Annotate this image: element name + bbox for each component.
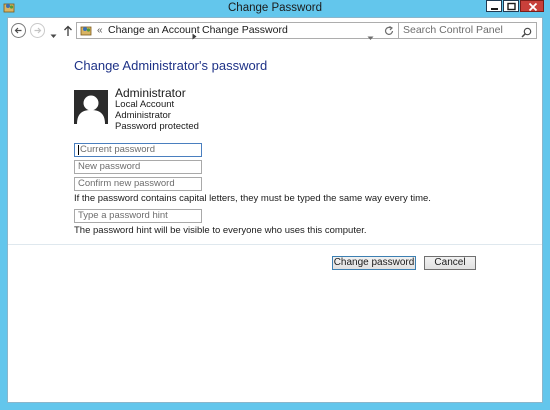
- password-hint-placeholder: Type a password hint: [78, 210, 168, 221]
- control-panel-icon: [80, 24, 93, 42]
- account-name: Administrator: [115, 86, 186, 100]
- current-password-placeholder: Current password: [80, 144, 155, 155]
- cancel-button[interactable]: Cancel: [424, 256, 476, 270]
- address-bar[interactable]: « Change an Account Change Password: [76, 22, 400, 42]
- minimize-button[interactable]: [486, 0, 502, 12]
- refresh-icon: [384, 25, 394, 35]
- confirm-password-field[interactable]: Confirm new password: [74, 177, 202, 191]
- password-hint-field[interactable]: Type a password hint: [74, 209, 202, 223]
- back-arrow-icon: [14, 27, 22, 34]
- search-icon[interactable]: [521, 25, 532, 43]
- new-password-field[interactable]: New password: [74, 160, 202, 174]
- change-password-button[interactable]: Change password: [332, 256, 416, 270]
- user-silhouette-icon: [74, 90, 108, 124]
- account-type: Local Account: [115, 99, 175, 110]
- window-title: Change Password: [228, 2, 322, 14]
- back-button[interactable]: [11, 23, 26, 38]
- current-password-field[interactable]: Current password: [74, 143, 202, 157]
- chevron-down-icon: [367, 36, 374, 40]
- chevron-down-icon: [50, 34, 57, 38]
- page-title: Change Administrator's password: [74, 58, 268, 73]
- close-icon: [528, 2, 538, 12]
- confirm-password-placeholder: Confirm new password: [78, 178, 175, 189]
- search-placeholder: Search Control Panel: [403, 24, 503, 36]
- recent-locations-button[interactable]: [50, 26, 57, 44]
- breadcrumb-separator-icon[interactable]: [192, 27, 197, 45]
- new-password-placeholder: New password: [78, 161, 141, 172]
- up-arrow-icon: [64, 25, 72, 36]
- divider: [8, 244, 542, 245]
- breadcrumb-change-an-account[interactable]: Change an Account: [108, 23, 200, 38]
- refresh-button[interactable]: [383, 24, 395, 42]
- breadcrumb-overflow[interactable]: «: [97, 23, 103, 38]
- capital-letters-note: If the password contains capital letters…: [74, 193, 431, 204]
- title-bar[interactable]: Change Password: [0, 0, 550, 17]
- breadcrumb-change-password[interactable]: Change Password: [202, 23, 288, 38]
- up-button[interactable]: [63, 24, 73, 42]
- maximize-icon: [507, 2, 516, 11]
- maximize-button[interactable]: [503, 0, 519, 12]
- password-hint-note: The password hint will be visible to eve…: [74, 225, 367, 236]
- window: Change Password « Change an Account Chan…: [0, 0, 550, 410]
- search-input[interactable]: Search Control Panel: [398, 22, 537, 39]
- address-dropdown-button[interactable]: [367, 28, 374, 46]
- navigation-bar: « Change an Account Change Password Sear…: [8, 18, 542, 46]
- account-password-status: Password protected: [115, 121, 199, 132]
- client-area: « Change an Account Change Password Sear…: [7, 17, 543, 403]
- forward-button[interactable]: [30, 23, 45, 38]
- user-avatar: [74, 90, 108, 124]
- forward-arrow-icon: [34, 27, 42, 34]
- caption-buttons: [485, 0, 544, 12]
- close-button[interactable]: [520, 0, 544, 12]
- account-role: Administrator: [115, 110, 171, 121]
- minimize-icon: [491, 8, 498, 10]
